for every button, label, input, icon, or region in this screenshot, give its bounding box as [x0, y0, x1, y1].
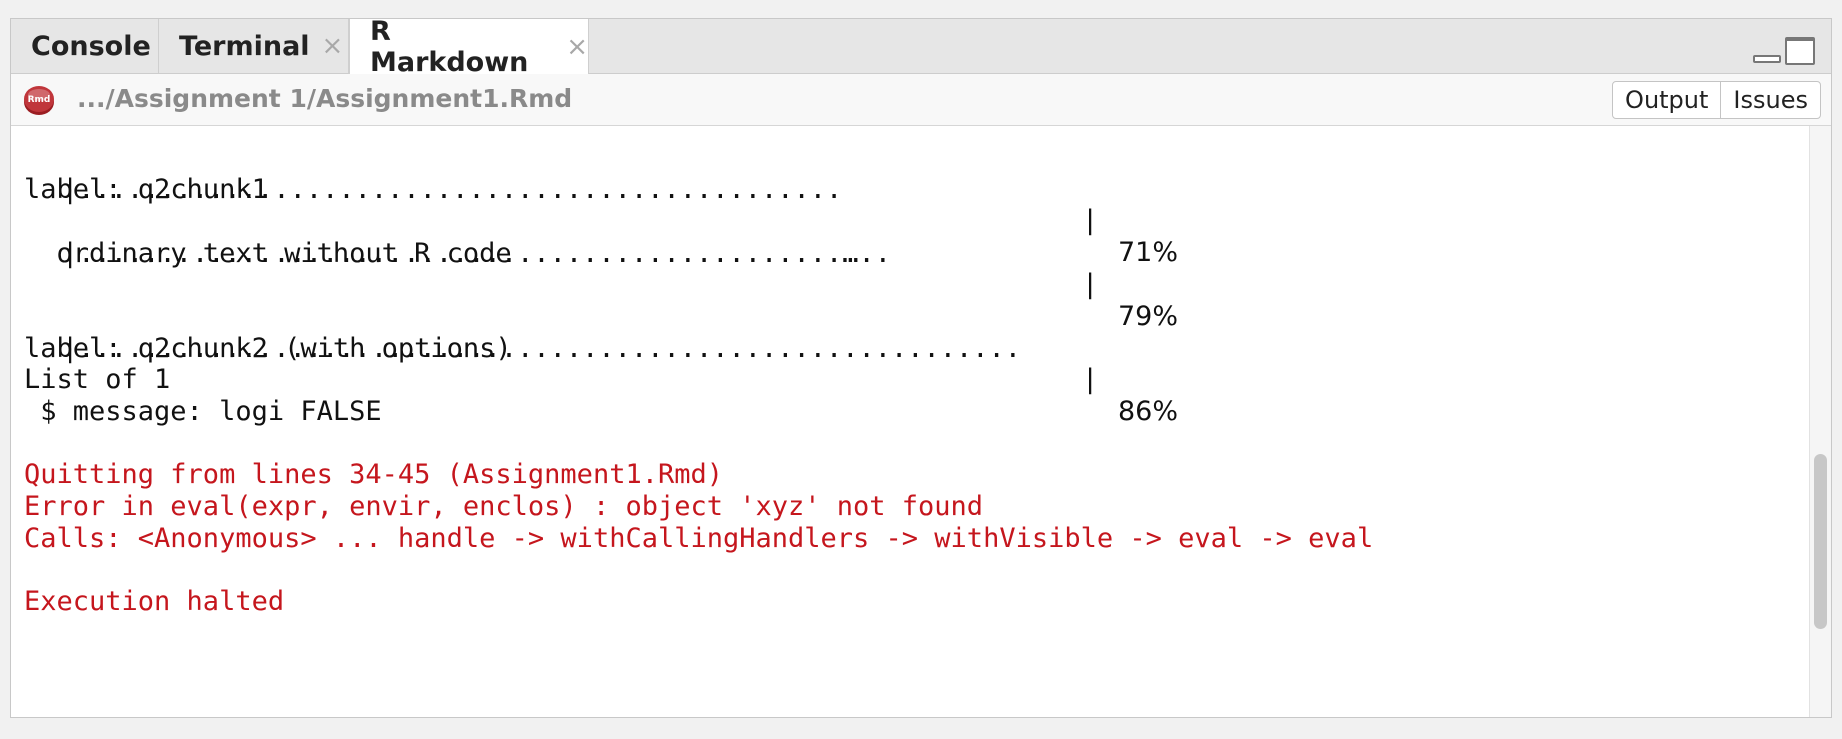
close-terminal-tab-icon[interactable]: × — [322, 31, 344, 61]
output-line: $ message: logi FALSE — [24, 396, 382, 427]
issues-button[interactable]: Issues — [1720, 82, 1820, 118]
render-toolbar: Rmd .../Assignment 1/Assignment1.Rmd Out… — [11, 74, 1831, 126]
pane-window-controls — [1753, 37, 1815, 65]
tab-r-markdown-label: R Markdown — [370, 16, 529, 78]
rmd-file-icon: Rmd — [24, 86, 54, 115]
progress-end-pipe: | — [1082, 269, 1099, 301]
progress-percent: 86% — [1118, 395, 1179, 427]
error-line: Execution halted — [24, 586, 285, 617]
error-line: Quitting from lines 34-45 (Assignment1.R… — [24, 459, 723, 490]
progress-end-pipe: | — [1082, 205, 1099, 237]
output-issues-toggle: Output Issues — [1612, 81, 1821, 119]
progress-percent: 71% — [1118, 236, 1179, 268]
render-output[interactable]: |.......................................… — [11, 126, 1809, 717]
file-path: .../Assignment 1/Assignment1.Rmd — [77, 84, 573, 113]
error-line: Calls: <Anonymous> ... handle -> withCal… — [24, 523, 1374, 554]
minimize-icon[interactable] — [1753, 55, 1781, 63]
tab-terminal[interactable]: Terminal × — [159, 19, 349, 73]
maximize-icon[interactable] — [1785, 37, 1815, 65]
output-line: ordinary text without R code — [24, 238, 512, 269]
output-button[interactable]: Output — [1613, 82, 1720, 118]
tab-r-markdown[interactable]: R Markdown × — [349, 16, 589, 78]
progress-end-pipe: | — [1082, 364, 1099, 396]
r-markdown-pane: Console Terminal × R Markdown × Rmd .../… — [10, 16, 1832, 718]
output-line: List of 1 — [24, 364, 171, 395]
output-line: label: q2chunk2 (with options) — [24, 333, 512, 364]
output-scrollbar[interactable] — [1809, 126, 1831, 717]
error-line: Error in eval(expr, envir, enclos) : obj… — [24, 491, 984, 522]
tab-terminal-label: Terminal — [179, 30, 310, 62]
output-line: label: q2chunk1 — [24, 174, 268, 205]
close-r-markdown-tab-icon[interactable]: × — [566, 32, 588, 62]
pane-tab-bar: Console Terminal × R Markdown × — [11, 16, 1831, 78]
tab-console-label: Console — [31, 30, 151, 62]
rmd-icon-text: Rmd — [28, 95, 51, 105]
scrollbar-thumb[interactable] — [1814, 454, 1827, 629]
tab-console[interactable]: Console — [11, 19, 159, 73]
progress-percent: 79% — [1118, 300, 1179, 332]
